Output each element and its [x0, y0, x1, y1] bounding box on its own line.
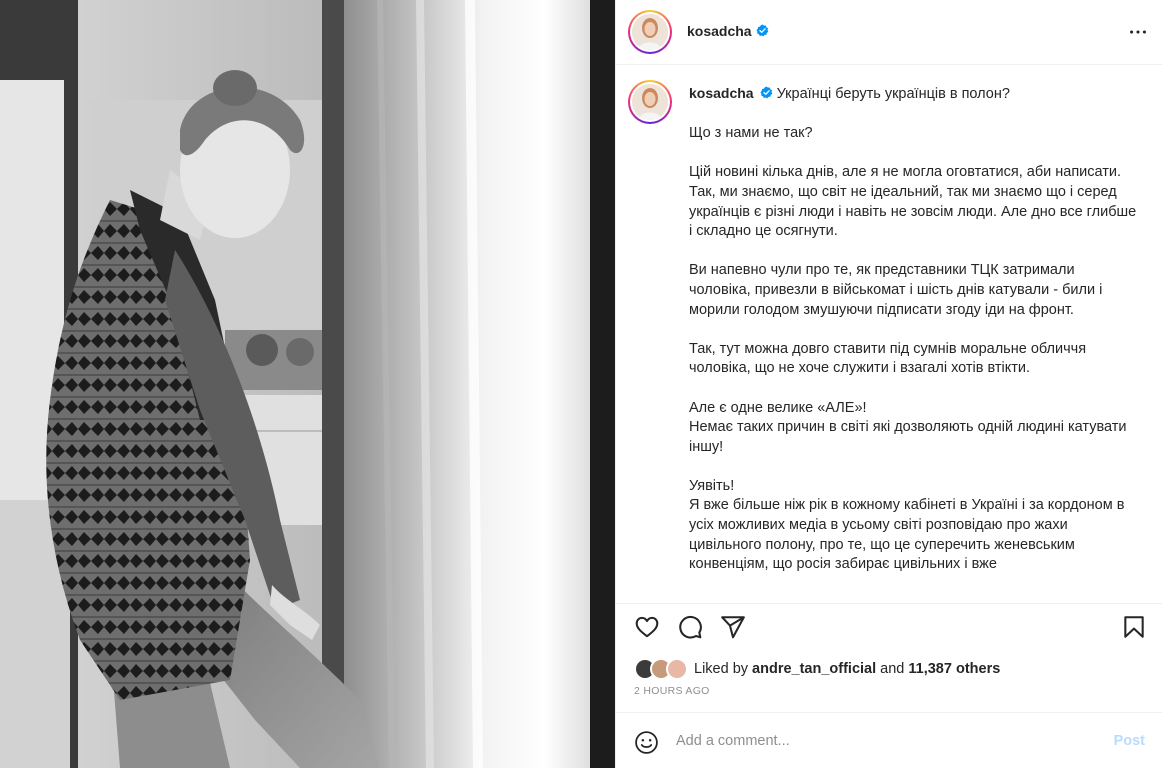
- comment-icon[interactable]: [677, 614, 703, 640]
- share-icon[interactable]: [720, 614, 746, 640]
- author-avatar[interactable]: [628, 10, 672, 54]
- action-bar: [616, 603, 1162, 653]
- likes-and: and: [876, 661, 909, 677]
- liker-avatars[interactable]: [634, 657, 694, 681]
- post-comment-button[interactable]: Post: [1114, 733, 1145, 749]
- post-timestamp[interactable]: 2 HOURS AGO: [634, 685, 710, 697]
- verified-badge-icon: [760, 86, 772, 99]
- author-username[interactable]: kosadcha: [687, 23, 769, 39]
- caption-author-avatar[interactable]: [628, 80, 672, 124]
- post-header: kosadcha: [616, 0, 1162, 65]
- author-username-text[interactable]: kosadcha: [687, 23, 752, 39]
- first-liker-link[interactable]: andre_tan_official: [752, 661, 876, 677]
- more-options-icon[interactable]: [1127, 21, 1149, 43]
- comment-input[interactable]: [676, 727, 1096, 755]
- post-photo: [0, 0, 615, 768]
- caption-author-username[interactable]: kosadcha: [689, 85, 754, 101]
- likes-prefix: Liked by: [694, 661, 753, 677]
- likes-row: Liked by andre_tan_official and 11,387 o…: [634, 657, 1154, 683]
- likes-text: Liked by andre_tan_official and 11,387 o…: [694, 661, 1000, 677]
- caption-body: Українці беруть українців в полон? Що з …: [689, 86, 1137, 573]
- likes-count-link[interactable]: 11,387 others: [908, 661, 1000, 677]
- bookmark-icon[interactable]: [1121, 614, 1147, 640]
- verified-badge-icon: [756, 24, 768, 37]
- caption-area: kosadcha Українці беруть українців в пол…: [616, 66, 1162, 603]
- photo-illustration: [0, 0, 615, 768]
- emoji-icon[interactable]: [634, 730, 659, 755]
- liker-avatar[interactable]: [666, 658, 688, 680]
- comment-bar: Post: [616, 712, 1162, 768]
- caption-text: kosadcha Українці беруть українців в пол…: [689, 84, 1139, 575]
- post-panel: kosadcha kosadcha Українці беруть україн…: [615, 0, 1162, 768]
- heart-icon[interactable]: [634, 614, 660, 640]
